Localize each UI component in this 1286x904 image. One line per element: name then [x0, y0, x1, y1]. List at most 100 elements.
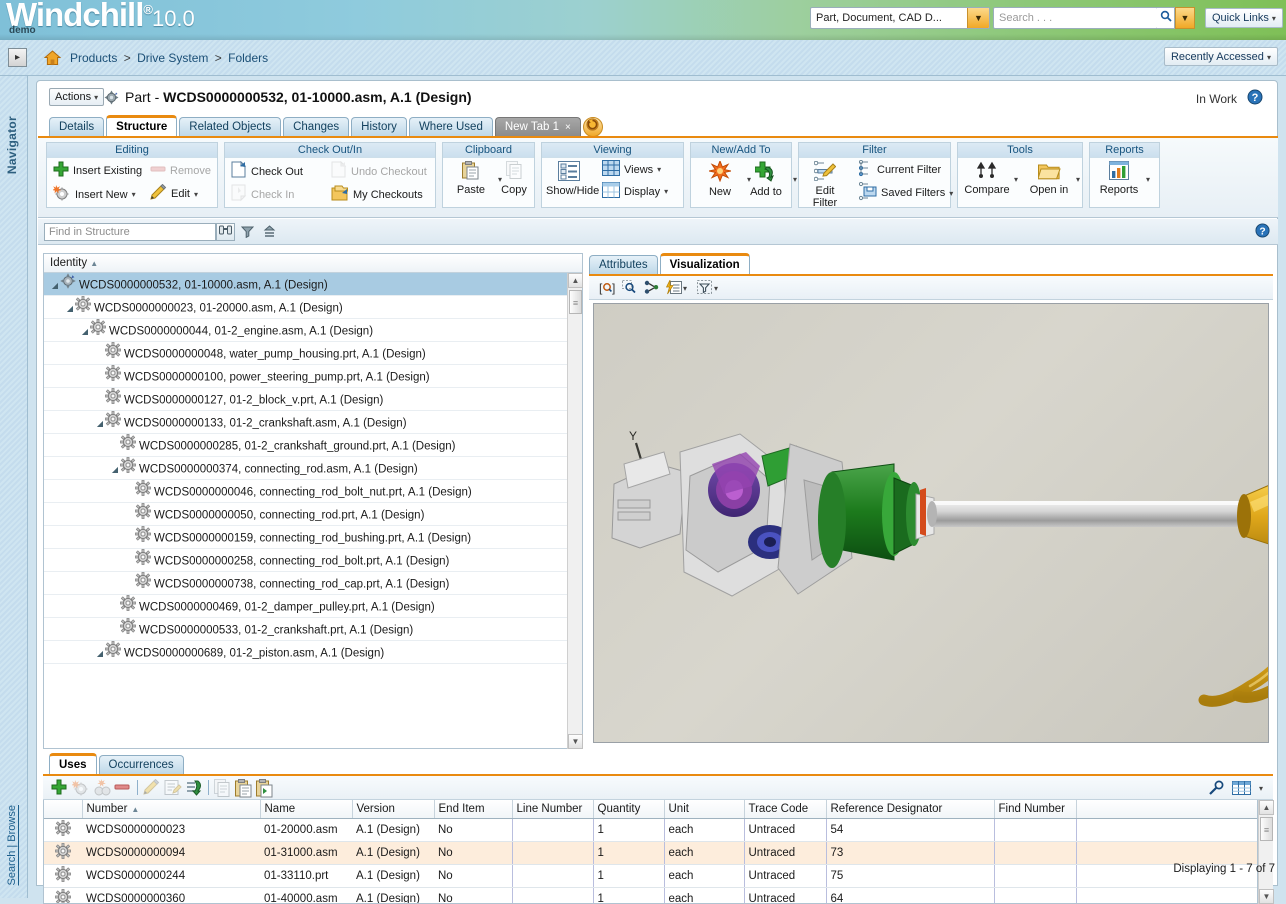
ribbon-button-new[interactable]: New▾ [697, 161, 743, 198]
tab-new-tab-1[interactable]: New Tab 1× [495, 117, 581, 137]
ribbon-button-paste[interactable]: Paste▾ [448, 161, 494, 196]
tree-node[interactable]: WCDS0000000159, connecting_rod_bushing.p… [44, 526, 582, 549]
table-row[interactable]: WCDS000000036001-40000.asmA.1 (Design)No… [44, 887, 1258, 904]
zoom-area-icon[interactable] [622, 280, 638, 298]
column-header-version[interactable]: Version [352, 800, 434, 818]
scrollbar-thumb[interactable]: ≡ [569, 290, 582, 314]
collapse-all-icon[interactable] [263, 225, 276, 238]
ribbon-button-insert-new[interactable]: Insert New▾ [53, 184, 136, 205]
cell-line-number[interactable] [512, 818, 593, 841]
ribbon-button-check-out[interactable]: Check Out [231, 161, 303, 182]
chevron-down-icon[interactable]: ▾ [664, 187, 668, 196]
cell-trace-code[interactable]: Untraced [744, 841, 826, 864]
tab-details[interactable]: Details [49, 117, 104, 137]
cell-find-number[interactable] [994, 818, 1076, 841]
column-header-trace-code[interactable]: Trace Code [744, 800, 826, 818]
chevron-down-icon[interactable]: ▾ [1146, 175, 1150, 184]
column-header-quantity[interactable]: Quantity [593, 800, 664, 818]
tree-body[interactable]: ◢WCDS0000000532, 01-10000.asm, A.1 (Desi… [44, 273, 582, 749]
tree-node[interactable]: ◢WCDS0000000532, 01-10000.asm, A.1 (Desi… [44, 273, 582, 296]
cell-quantity[interactable]: 1 [593, 818, 664, 841]
help-icon[interactable]: ? [1247, 89, 1263, 105]
cell-trace-code[interactable]: Untraced [744, 887, 826, 904]
chevron-down-icon[interactable]: ▾ [714, 284, 718, 293]
cell-reference-designator[interactable]: 54 [826, 818, 994, 841]
marquee-filter-icon[interactable] [697, 280, 713, 298]
tree-node[interactable]: ◢WCDS0000000023, 01-20000.asm, A.1 (Desi… [44, 296, 582, 319]
cell-quantity[interactable]: 1 [593, 887, 664, 904]
zoom-selected-icon[interactable]: [] [599, 280, 616, 298]
tree-node[interactable]: WCDS0000000285, 01-2_crankshaft_ground.p… [44, 434, 582, 457]
tree-node[interactable]: WCDS0000000127, 01-2_block_v.prt, A.1 (D… [44, 388, 582, 411]
chevron-down-icon[interactable]: ▾ [793, 175, 797, 184]
table-views-icon[interactable] [1232, 780, 1251, 799]
tree-node[interactable]: WCDS0000000738, connecting_rod_cap.prt, … [44, 572, 582, 595]
recently-accessed-button[interactable]: Recently Accessed ▾ [1164, 47, 1278, 66]
tab-history[interactable]: History [351, 117, 407, 137]
chevron-down-icon[interactable]: ▾ [657, 165, 661, 174]
cell-quantity[interactable]: 1 [593, 841, 664, 864]
ribbon-button-saved-filters[interactable]: Saved Filters▾ [859, 182, 953, 204]
search-type-select[interactable]: Part, Document, CAD D... ▼ [810, 7, 990, 29]
tree-node[interactable]: WCDS0000000469, 01-2_damper_pulley.prt, … [44, 595, 582, 618]
search-icon[interactable] [1157, 7, 1175, 29]
collapse-twisty-icon[interactable]: ◢ [65, 297, 75, 320]
tree-node[interactable]: WCDS0000000258, connecting_rod_bolt.prt,… [44, 549, 582, 572]
quick-links-button[interactable]: Quick Links ▾ [1205, 8, 1283, 28]
collapse-twisty-icon[interactable]: ◢ [95, 412, 105, 435]
ribbon-button-insert-existing[interactable]: Insert Existing [53, 161, 142, 180]
cell-reference-designator[interactable]: 64 [826, 887, 994, 904]
tree-node[interactable]: ◢WCDS0000000374, connecting_rod.asm, A.1… [44, 457, 582, 480]
tree-node[interactable]: ◢WCDS0000000044, 01-2_engine.asm, A.1 (D… [44, 319, 582, 342]
column-header-reference-designator[interactable]: Reference Designator [826, 800, 994, 818]
ribbon-button-show-hide[interactable]: Show/Hide [546, 161, 592, 197]
tree-scrollbar[interactable]: ▲ ≡ ▼ [567, 273, 582, 749]
cell-reference-designator[interactable]: 73 [826, 841, 994, 864]
paste-special-icon[interactable] [256, 779, 274, 801]
cell-find-number[interactable] [994, 841, 1076, 864]
cell-unit[interactable]: each [664, 818, 744, 841]
tab-attributes[interactable]: Attributes [589, 255, 658, 275]
scroll-down-icon[interactable]: ▼ [1259, 889, 1274, 904]
collapse-twisty-icon[interactable]: ◢ [95, 642, 105, 665]
tree-node[interactable]: ◢WCDS0000000133, 01-2_crankshaft.asm, A.… [44, 411, 582, 434]
chevron-down-icon[interactable]: ▾ [1014, 175, 1018, 184]
ribbon-button-reports[interactable]: Reports▾ [1096, 161, 1142, 196]
table-row[interactable]: WCDS000000009401-31000.asmA.1 (Design)No… [44, 841, 1258, 864]
search-table-icon[interactable] [1208, 780, 1225, 799]
column-header-number[interactable]: Number▲ [82, 800, 260, 818]
help-icon[interactable]: ? [1255, 223, 1270, 238]
breadcrumb-item-drive-system[interactable]: Drive System [137, 51, 208, 65]
tab-occurrences[interactable]: Occurrences [99, 755, 184, 775]
ribbon-button-my-checkouts[interactable]: My Checkouts [331, 184, 423, 205]
cell-find-number[interactable] [994, 887, 1076, 904]
ribbon-button-views[interactable]: Views▾ [602, 160, 661, 179]
ribbon-button-add-to[interactable]: Add to▾ [743, 161, 789, 198]
chevron-down-icon[interactable]: ▾ [194, 190, 198, 199]
paste-icon[interactable] [235, 779, 253, 801]
chevron-down-icon[interactable]: ▾ [132, 190, 136, 199]
table-body[interactable]: WCDS000000002301-20000.asmA.1 (Design)No… [44, 818, 1258, 904]
breadcrumb-item-folders[interactable]: Folders [228, 51, 268, 65]
cell-unit[interactable]: each [664, 887, 744, 904]
tree-node[interactable]: WCDS0000000048, water_pump_housing.prt, … [44, 342, 582, 365]
scroll-up-icon[interactable]: ▲ [568, 273, 583, 288]
tree-node[interactable]: WCDS0000000050, connecting_rod.prt, A.1 … [44, 503, 582, 526]
drivetrain-model[interactable]: U G POWERTRAIN [594, 304, 1269, 743]
cell-line-number[interactable] [512, 841, 593, 864]
chevron-down-icon[interactable]: ▼ [967, 8, 989, 28]
table-scrollbar[interactable]: ▲ ≡ ▼ [1258, 800, 1273, 904]
search-input[interactable]: Search . . . [993, 7, 1158, 29]
cell-line-number[interactable] [512, 887, 593, 904]
scroll-up-icon[interactable]: ▲ [1259, 800, 1274, 815]
tree-node[interactable]: WCDS0000000533, 01-2_crankshaft.prt, A.1… [44, 618, 582, 641]
tab-uses[interactable]: Uses [49, 753, 97, 775]
cell-unit[interactable]: each [664, 841, 744, 864]
search-browse-link[interactable]: Search | Browse [6, 805, 18, 886]
tab-related-objects[interactable]: Related Objects [179, 117, 281, 137]
tree-node[interactable]: WCDS0000000046, connecting_rod_bolt_nut.… [44, 480, 582, 503]
close-icon[interactable]: × [565, 122, 571, 133]
structure-tree-icon[interactable] [644, 280, 660, 298]
replace-icon[interactable] [185, 779, 203, 799]
ribbon-button-display[interactable]: Display▾ [602, 182, 668, 201]
